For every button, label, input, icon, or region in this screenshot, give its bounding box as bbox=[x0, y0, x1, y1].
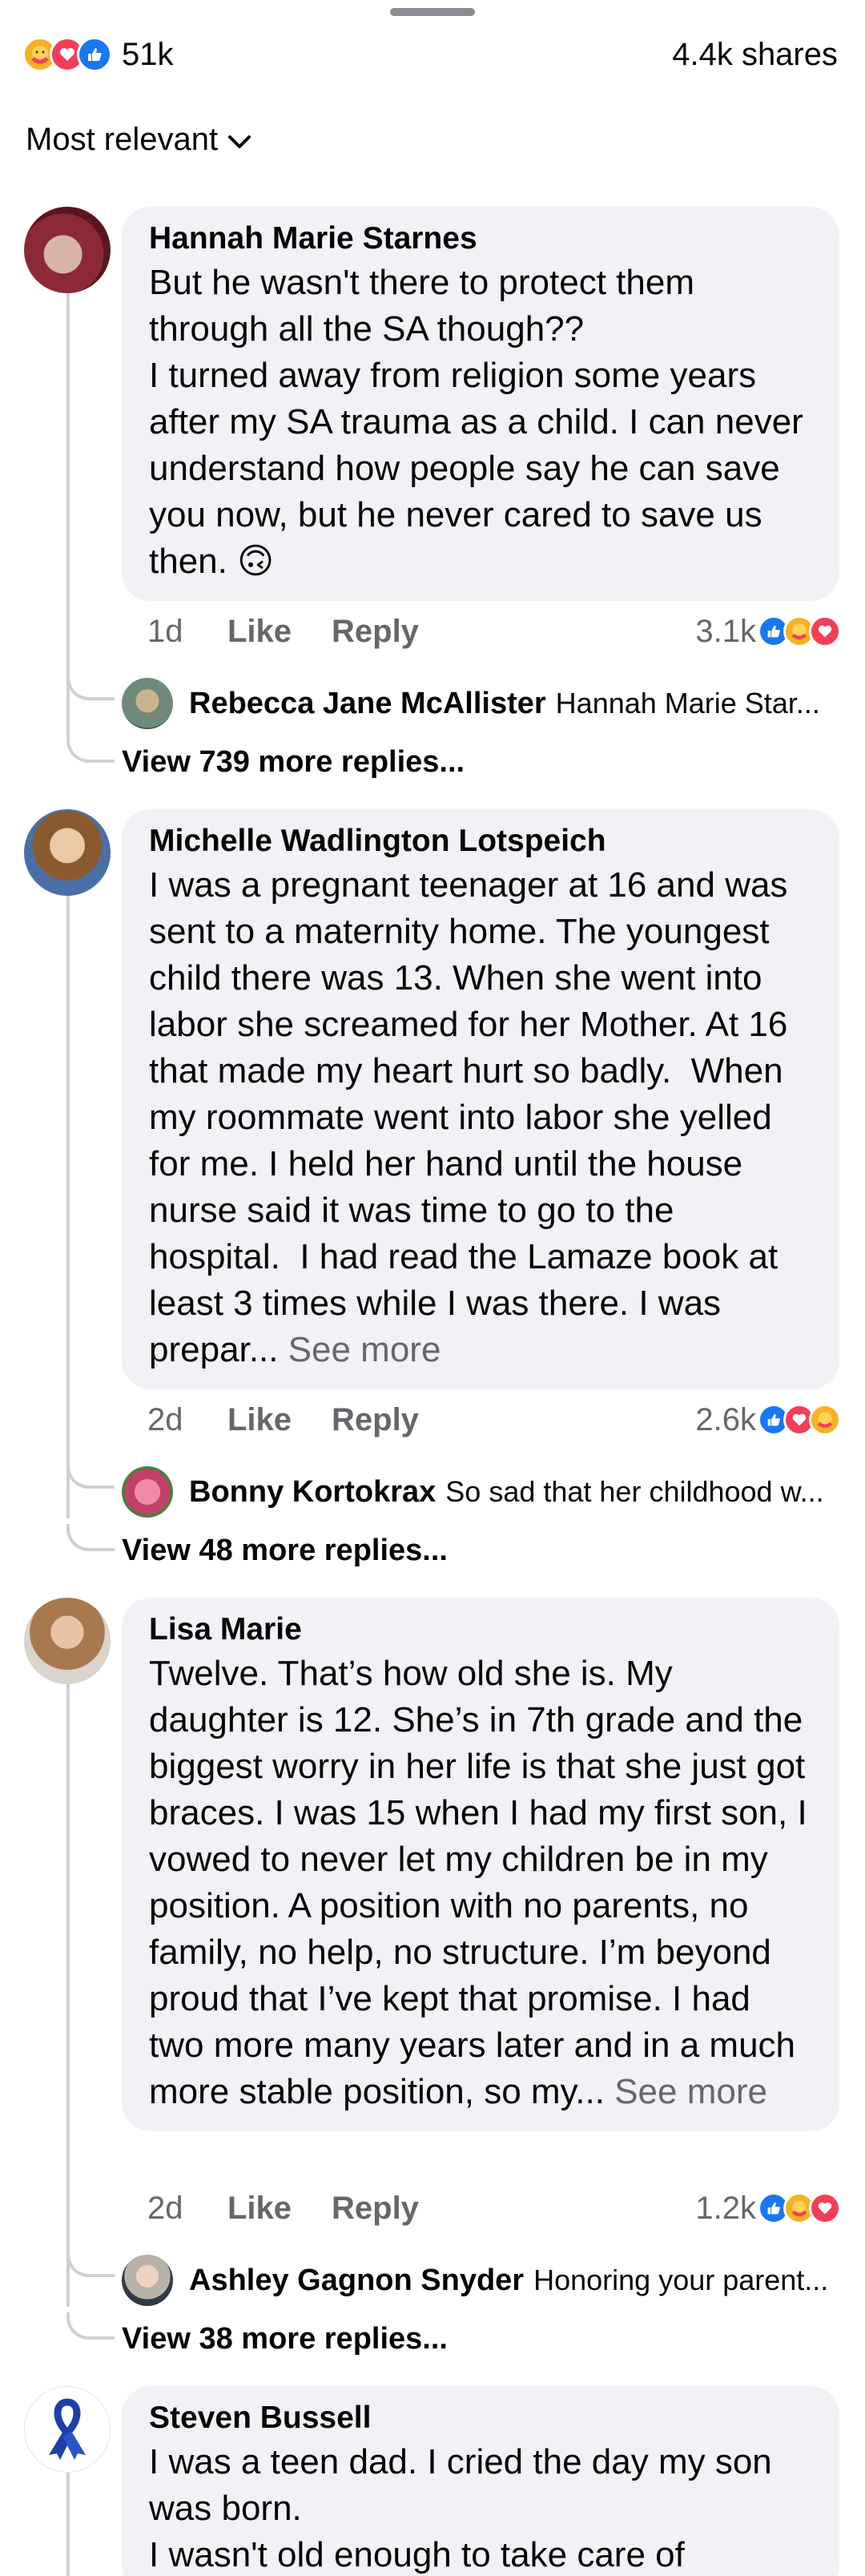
like-icon bbox=[77, 37, 112, 72]
shares-count[interactable]: 4.4k shares bbox=[672, 37, 838, 73]
comment-reactions[interactable]: 2.6k bbox=[695, 1402, 841, 1438]
comment-author[interactable]: Lisa Marie bbox=[149, 1609, 812, 1651]
comment-bubble: Lisa Marie Twelve. That’s how old she is… bbox=[122, 1598, 839, 2131]
comment-actions: 2d Like Reply 1.2k bbox=[147, 2184, 841, 2232]
comment-text-wrap: Twelve. That’s how old she is. My daught… bbox=[149, 1651, 812, 2115]
avatar[interactable] bbox=[122, 1466, 173, 1518]
view-more-replies[interactable]: View 38 more replies... bbox=[122, 2322, 448, 2356]
reply-button[interactable]: Reply bbox=[332, 2191, 419, 2227]
sort-label: Most relevant bbox=[26, 122, 219, 157]
awareness-ribbon-icon bbox=[39, 2396, 95, 2464]
thread-connector bbox=[66, 2250, 115, 2277]
thread-line bbox=[66, 1646, 70, 2307]
reply-button[interactable]: Reply bbox=[332, 614, 419, 650]
like-button[interactable]: Like bbox=[227, 2191, 332, 2227]
thread-connector bbox=[66, 736, 115, 763]
reply-snippet: So sad that her childhood w... bbox=[445, 1475, 824, 1508]
comment-reaction-count: 2.6k bbox=[695, 1401, 756, 1437]
view-more-replies[interactable]: View 739 more replies... bbox=[122, 745, 465, 780]
thread-connector bbox=[66, 1461, 115, 1489]
comment-bubble: Steven Bussell I was a teen dad. I cried… bbox=[122, 2386, 839, 2576]
like-button[interactable]: Like bbox=[227, 1402, 332, 1438]
reactions-summary[interactable]: 51k bbox=[22, 37, 174, 73]
reply-author[interactable]: Bonny Kortokrax bbox=[189, 1475, 436, 1510]
drag-handle[interactable] bbox=[390, 8, 475, 16]
comment-bubble: Hannah Marie Starnes But he wasn't there… bbox=[122, 207, 839, 601]
avatar[interactable] bbox=[24, 1598, 111, 1684]
comment-text: Twelve. That’s how old she is. My daught… bbox=[149, 1654, 817, 2111]
chevron-down-icon bbox=[227, 122, 251, 158]
see-more-link[interactable]: See more bbox=[614, 2072, 767, 2111]
reply-author[interactable]: Ashley Gagnon Snyder bbox=[189, 2264, 524, 2298]
comment-text: But he wasn't there to protect them thro… bbox=[149, 263, 803, 581]
comment-author[interactable]: Michelle Wadlington Lotspeich bbox=[149, 820, 812, 862]
comment-reactions[interactable]: 1.2k bbox=[695, 2191, 841, 2227]
care-icon bbox=[809, 1404, 841, 1436]
comment-text: I was a teen dad. I cried the day my son… bbox=[149, 2442, 772, 2574]
love-icon bbox=[809, 615, 841, 647]
comment-reaction-count: 3.1k bbox=[695, 613, 756, 649]
comment-actions: 2d Like Reply 2.6k bbox=[147, 1396, 841, 1444]
reply-author[interactable]: Rebecca Jane McAllister bbox=[189, 687, 546, 721]
avatar[interactable] bbox=[24, 207, 111, 293]
love-icon bbox=[809, 2192, 841, 2224]
avatar[interactable] bbox=[24, 2386, 111, 2473]
thread-connector bbox=[66, 673, 115, 700]
avatar[interactable] bbox=[122, 678, 173, 729]
comment-author[interactable]: Steven Bussell bbox=[149, 2397, 812, 2439]
comment-time[interactable]: 1d bbox=[147, 614, 227, 650]
reply-button[interactable]: Reply bbox=[332, 1402, 419, 1438]
avatar[interactable] bbox=[24, 809, 111, 896]
see-more-link[interactable]: See more bbox=[288, 1330, 441, 1369]
reply-snippet: Honoring your parent... bbox=[533, 2264, 829, 2296]
view-more-replies[interactable]: View 48 more replies... bbox=[122, 1534, 448, 1568]
thread-connector bbox=[66, 2312, 115, 2340]
sort-dropdown[interactable]: Most relevant bbox=[26, 122, 251, 158]
reply-snippet: Hannah Marie Star... bbox=[555, 687, 820, 720]
reply-preview[interactable]: Ashley Gagnon Snyder Honoring your paren… bbox=[122, 2255, 839, 2306]
thread-connector bbox=[66, 1524, 115, 1551]
comment-bubble: Michelle Wadlington Lotspeich I was a pr… bbox=[122, 809, 839, 1389]
like-button[interactable]: Like bbox=[227, 614, 332, 650]
comment-author[interactable]: Hannah Marie Starnes bbox=[149, 218, 812, 260]
comment-reactions[interactable]: 3.1k bbox=[695, 614, 841, 650]
comment-text: I was a pregnant teenager at 16 and was … bbox=[149, 865, 798, 1369]
reactions-summary-bar: 51k 4.4k shares bbox=[22, 30, 838, 79]
reply-preview[interactable]: Bonny Kortokrax So sad that her childhoo… bbox=[122, 1466, 839, 1518]
thread-line bbox=[66, 255, 70, 740]
comment-time[interactable]: 2d bbox=[147, 1402, 227, 1438]
avatar[interactable] bbox=[122, 2255, 173, 2306]
reply-preview[interactable]: Rebecca Jane McAllister Hannah Marie Sta… bbox=[122, 678, 839, 729]
comment-text-wrap: I was a pregnant teenager at 16 and was … bbox=[149, 862, 812, 1373]
thread-line bbox=[66, 857, 70, 1518]
comment-time[interactable]: 2d bbox=[147, 2191, 227, 2227]
comment-actions: 1d Like Reply 3.1k bbox=[147, 607, 841, 655]
reaction-count: 51k bbox=[122, 36, 174, 72]
comment-reaction-count: 1.2k bbox=[695, 2190, 756, 2226]
